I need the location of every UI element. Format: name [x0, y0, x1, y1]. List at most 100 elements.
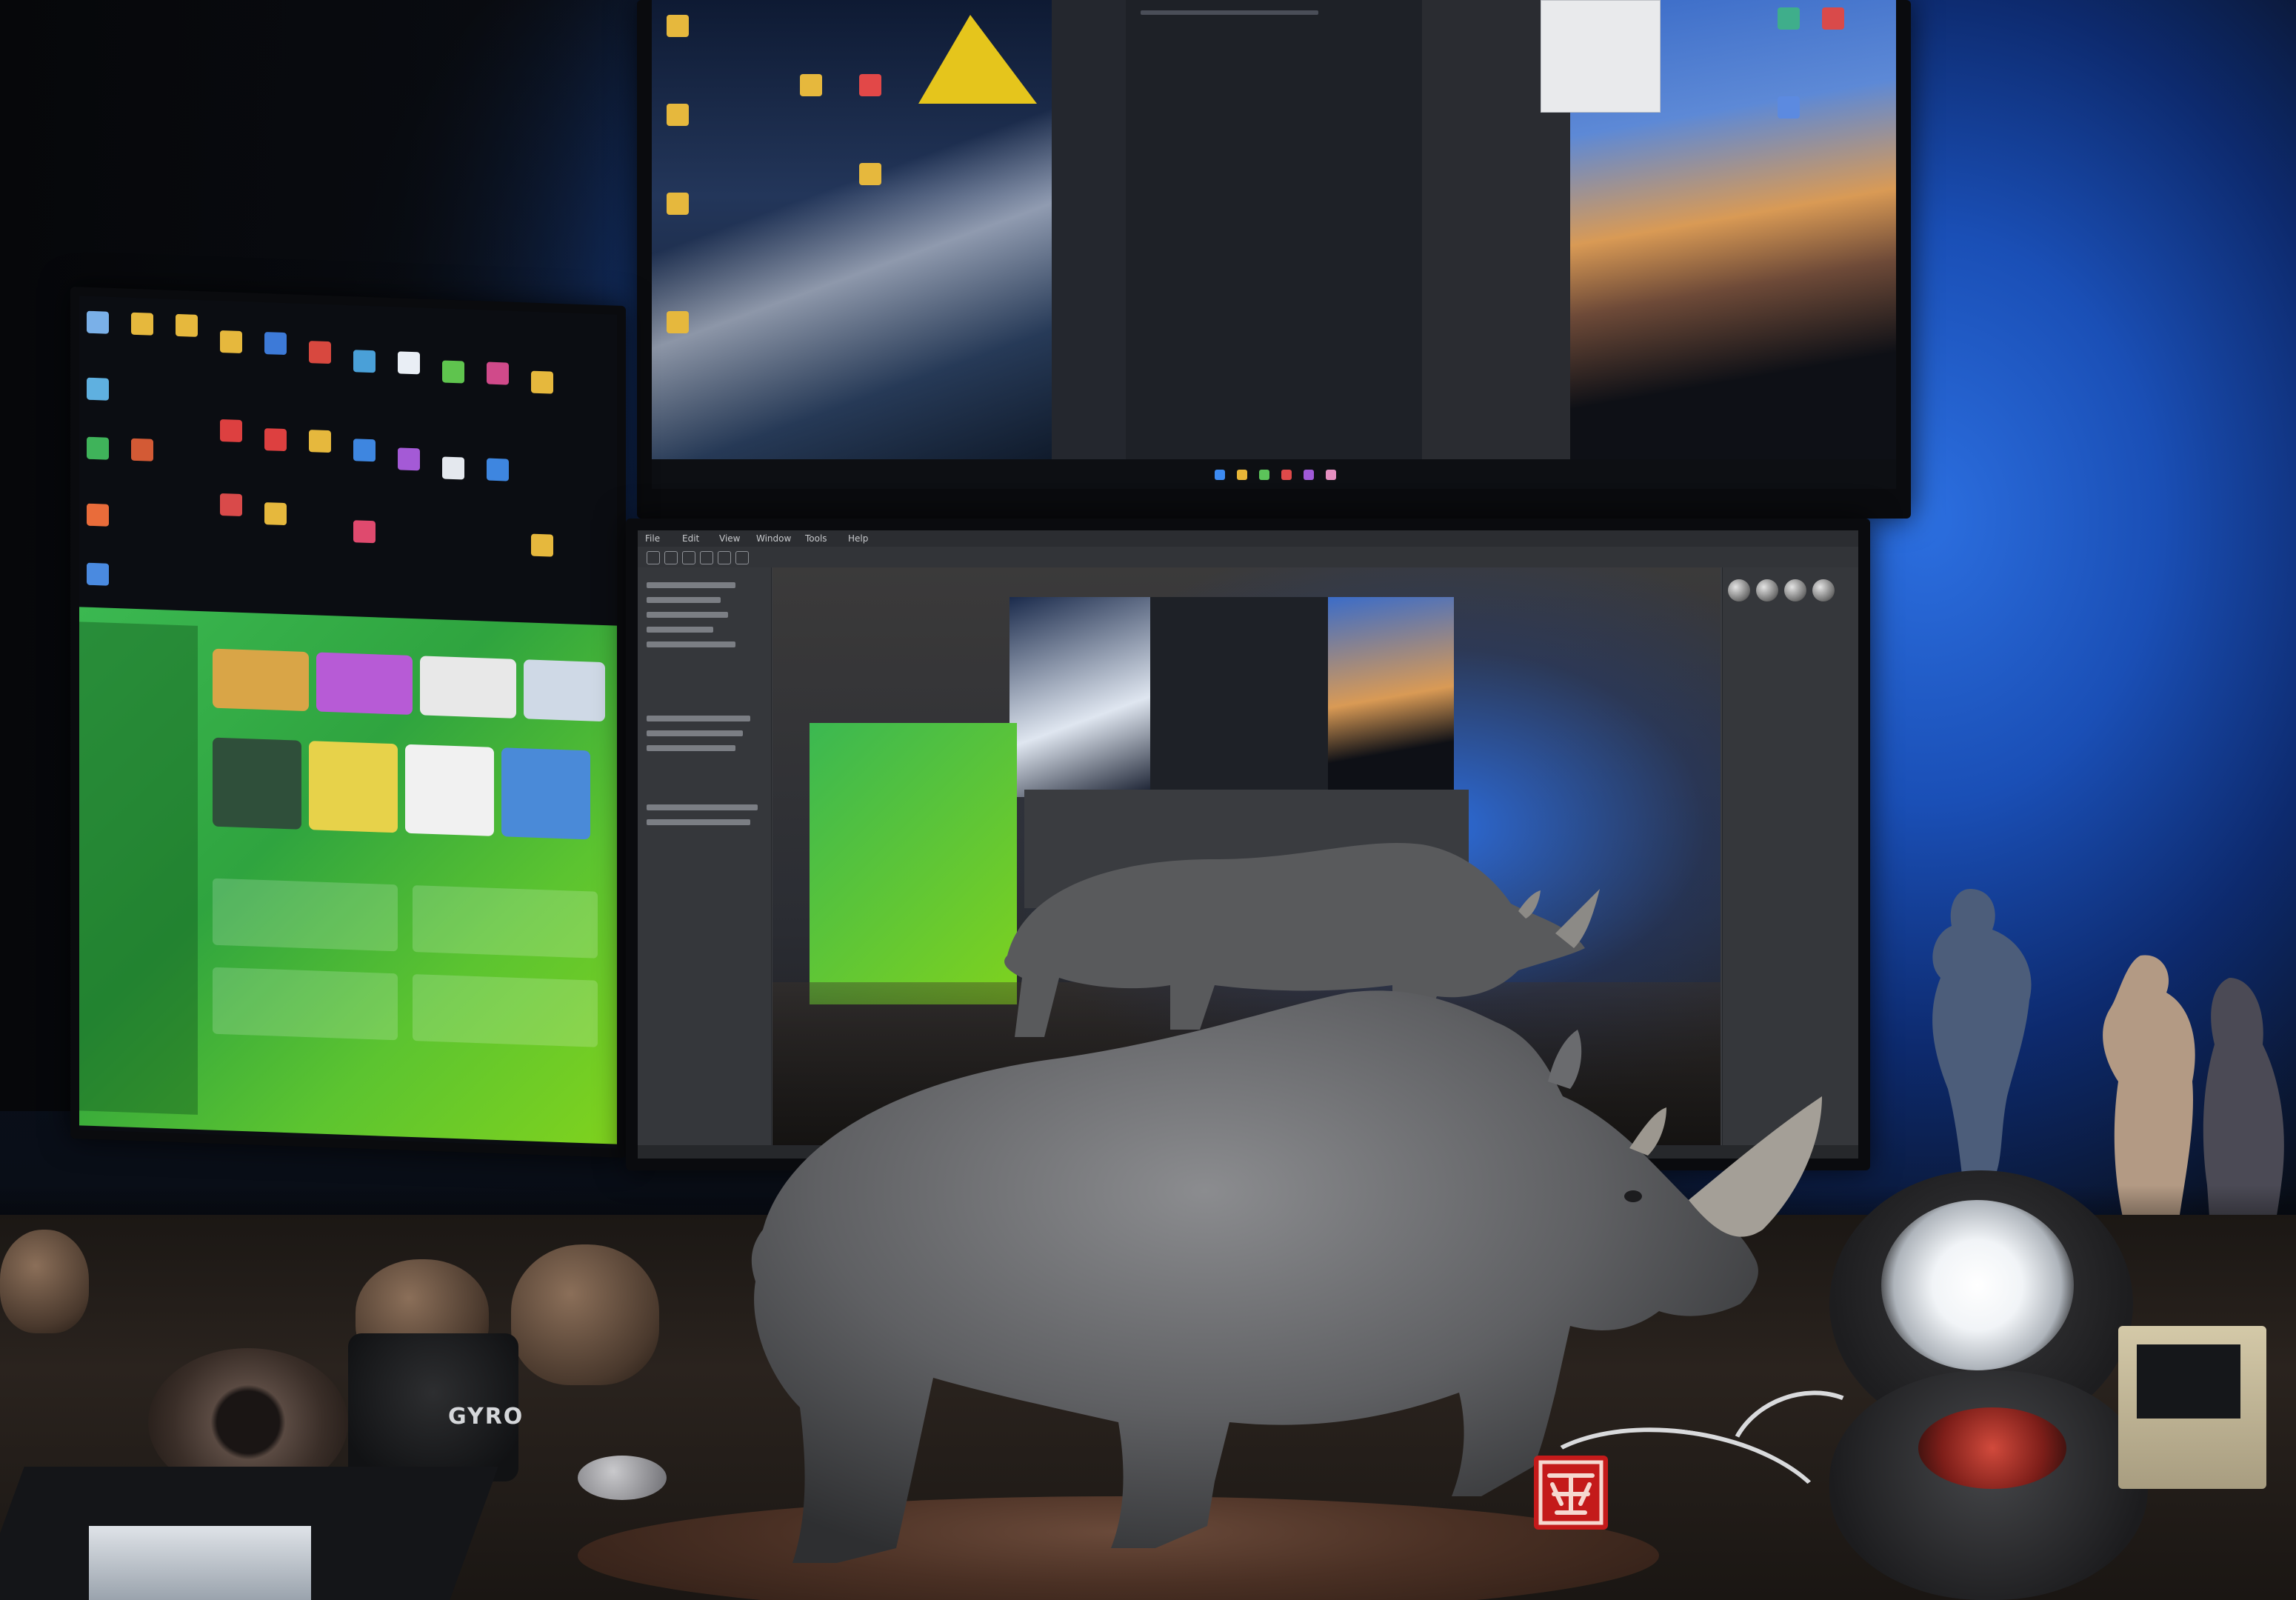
app-icon	[131, 438, 153, 461]
folder-icon	[667, 193, 689, 215]
explorer-row	[1141, 10, 1318, 15]
tool-icon	[664, 551, 678, 564]
album-card	[213, 648, 309, 712]
app-icon	[1822, 7, 1844, 30]
app-icon	[264, 332, 287, 356]
top-monitor	[637, 0, 1911, 519]
tree-row	[647, 627, 713, 633]
rhino-sculpture	[751, 990, 1822, 1563]
menu-item: Edit	[682, 533, 700, 544]
toolbar	[638, 547, 1858, 567]
folder-icon	[1237, 470, 1247, 480]
tool-icon	[647, 551, 660, 564]
mini-computer-screen	[2137, 1344, 2240, 1419]
app-icon	[309, 341, 331, 364]
folder-icon	[131, 312, 153, 336]
folder-icon	[531, 533, 553, 557]
folder-icon	[667, 311, 689, 333]
skull-figurine	[511, 1244, 659, 1385]
app-icon	[353, 350, 376, 373]
app-icon	[398, 351, 420, 375]
taskbar	[652, 459, 1896, 489]
app-icon	[87, 377, 109, 401]
floating-window	[1541, 0, 1661, 113]
folder-icon	[667, 104, 689, 126]
tree-row	[647, 582, 735, 588]
folder-icon	[220, 330, 242, 354]
folder-icon	[800, 74, 822, 96]
album-card	[316, 652, 413, 716]
app-icon	[1326, 470, 1336, 480]
top-monitor-screen	[652, 0, 1896, 489]
material-sphere	[1784, 579, 1806, 601]
app-icon	[1778, 7, 1800, 30]
tree-row	[647, 716, 750, 721]
folder-icon	[531, 370, 553, 394]
app-icon	[220, 493, 242, 517]
folder-icon	[264, 502, 287, 526]
tree-row	[647, 804, 758, 810]
app-icon	[264, 428, 287, 452]
app-icon	[87, 436, 109, 460]
menu-item: Help	[848, 533, 869, 544]
app-icon	[859, 74, 881, 96]
menu-item: File	[645, 533, 661, 544]
start-icon	[1215, 470, 1225, 480]
album-card	[420, 656, 516, 719]
folder-icon	[176, 313, 198, 337]
app-icon	[87, 310, 109, 334]
app-icon	[487, 458, 509, 481]
tree-row	[647, 641, 735, 647]
app-icon	[1281, 470, 1292, 480]
tree-row	[647, 612, 728, 618]
menu-bar: File Edit View Window Tools Help	[638, 530, 1858, 547]
tree-row	[647, 597, 721, 603]
menu-item: View	[719, 533, 741, 544]
app-icon	[353, 520, 376, 544]
app-icon	[442, 360, 464, 384]
album-card	[524, 659, 605, 722]
app-icon	[442, 456, 464, 480]
left-monitor	[70, 286, 626, 1159]
skull-figurine	[0, 1230, 89, 1333]
folder-icon	[667, 15, 689, 37]
knob-light-ring	[1881, 1200, 2074, 1370]
material-sphere	[1812, 579, 1835, 601]
left-monitor-screen	[79, 296, 617, 1149]
tree-row	[647, 745, 735, 751]
app-icon	[87, 562, 109, 586]
menu-item: Window	[756, 533, 792, 544]
tree-row	[647, 730, 743, 736]
menu-item: Tools	[805, 533, 827, 544]
app-icon	[1304, 470, 1314, 480]
photo-scene: File Edit View Window Tools Help GYRO	[0, 0, 2296, 1600]
product-box	[89, 1526, 311, 1600]
app-icon	[220, 419, 242, 443]
tree-row	[647, 819, 750, 825]
folder-icon	[309, 430, 331, 453]
material-sphere	[1756, 579, 1778, 601]
app-icon	[398, 447, 420, 471]
album-card	[213, 737, 301, 830]
playlist-row	[413, 885, 598, 959]
trackball-display	[1918, 1407, 2066, 1489]
sunlit-peak	[918, 15, 1037, 104]
app-icon	[87, 503, 109, 527]
app-icon	[487, 361, 509, 385]
nested-top-monitor	[1009, 597, 1454, 797]
playlist-row	[213, 878, 398, 952]
app-icon	[1778, 96, 1800, 119]
figurine-statue	[1932, 889, 2032, 1181]
material-sphere	[1728, 579, 1750, 601]
tool-icon	[700, 551, 713, 564]
album-card	[501, 747, 590, 840]
app-icon	[353, 439, 376, 462]
folder-icon	[859, 163, 881, 185]
explorer-sidebar	[1052, 0, 1126, 459]
playlist-row	[413, 974, 598, 1047]
album-card	[309, 741, 398, 833]
app-icon	[1259, 470, 1269, 480]
album-card	[405, 744, 494, 836]
red-seal-stamp	[1534, 1456, 1608, 1530]
tool-icon	[682, 551, 695, 564]
